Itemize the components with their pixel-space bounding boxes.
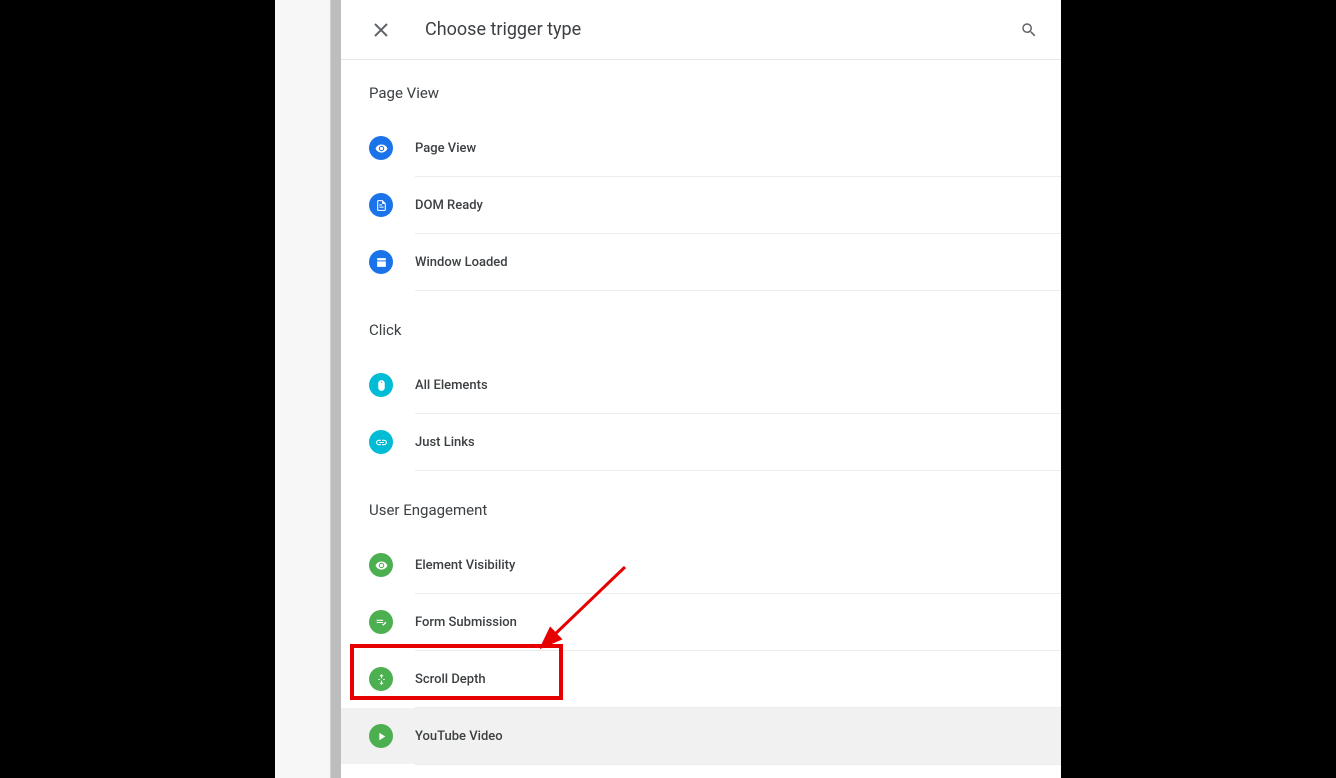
panel-title: Choose trigger type — [425, 19, 1017, 40]
trigger-label: All Elements — [415, 378, 1061, 393]
trigger-label: Page View — [415, 141, 1061, 156]
trigger-label: YouTube Video — [415, 729, 1061, 744]
section-click: Click All Elements Just Links — [369, 321, 1061, 471]
trigger-all-elements[interactable]: All Elements — [369, 357, 1061, 413]
sidebar-stub — [275, 0, 331, 778]
close-icon — [374, 23, 388, 37]
panel-gutter — [331, 0, 341, 778]
section-page-view: Page View Page View DOM Ready — [369, 84, 1061, 291]
play-icon — [369, 724, 393, 748]
trigger-element-visibility[interactable]: Element Visibility — [369, 537, 1061, 593]
trigger-scroll-depth[interactable]: Scroll Depth — [369, 651, 1061, 707]
trigger-list: Page View Page View DOM Ready — [341, 60, 1061, 778]
trigger-label: DOM Ready — [415, 198, 1061, 213]
section-title: User Engagement — [369, 501, 1061, 519]
eye-icon — [369, 136, 393, 160]
trigger-label: Just Links — [415, 435, 1061, 450]
form-icon — [369, 610, 393, 634]
trigger-label: Scroll Depth — [415, 672, 1061, 687]
trigger-label: Form Submission — [415, 615, 1061, 630]
trigger-type-panel: Choose trigger type Page View Page View — [275, 0, 1061, 778]
trigger-just-links[interactable]: Just Links — [369, 414, 1061, 470]
trigger-window-loaded[interactable]: Window Loaded — [369, 234, 1061, 290]
panel-main: Choose trigger type Page View Page View — [341, 0, 1061, 778]
doc-icon — [369, 193, 393, 217]
mouse-icon — [369, 373, 393, 397]
close-button[interactable] — [369, 18, 393, 42]
scroll-icon — [369, 667, 393, 691]
trigger-label: Element Visibility — [415, 558, 1061, 573]
search-icon — [1020, 21, 1038, 39]
link-icon — [369, 430, 393, 454]
search-button[interactable] — [1017, 18, 1041, 42]
panel-header: Choose trigger type — [341, 0, 1061, 60]
window-icon — [369, 250, 393, 274]
eye-icon — [369, 553, 393, 577]
trigger-youtube-video[interactable]: YouTube Video — [341, 708, 1061, 764]
section-user-engagement: User Engagement Element Visibility Form … — [369, 501, 1061, 765]
trigger-dom-ready[interactable]: DOM Ready — [369, 177, 1061, 233]
trigger-page-view[interactable]: Page View — [369, 120, 1061, 176]
section-title: Click — [369, 321, 1061, 339]
trigger-form-submission[interactable]: Form Submission — [369, 594, 1061, 650]
trigger-label: Window Loaded — [415, 255, 1061, 270]
section-title: Page View — [369, 84, 1061, 102]
